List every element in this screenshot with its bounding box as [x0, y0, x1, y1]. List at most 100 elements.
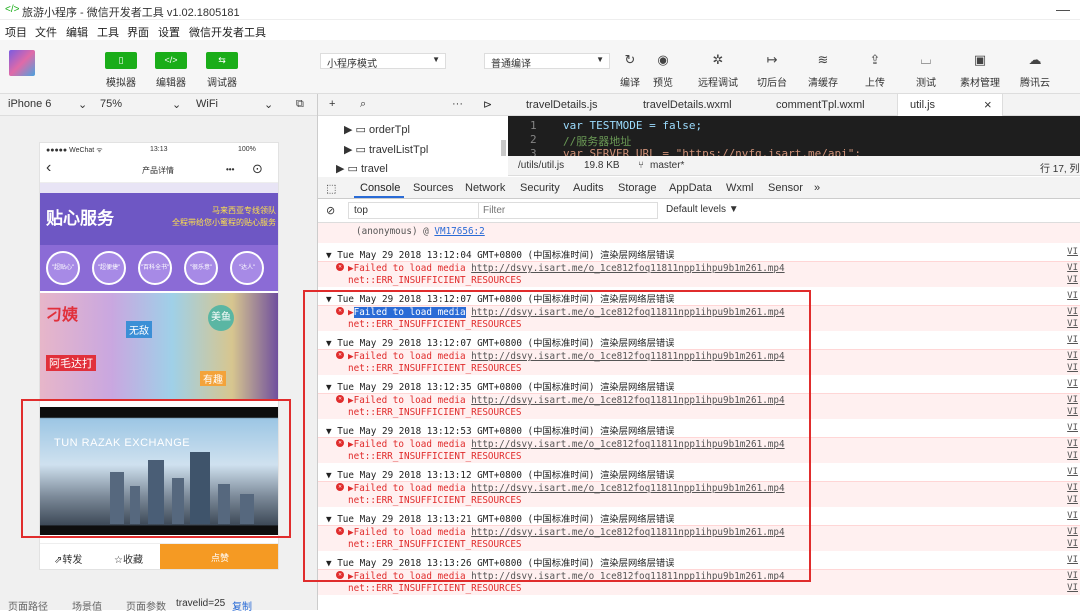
favorite-button[interactable]: ☆收藏: [114, 551, 143, 566]
media-url-link[interactable]: http://dsvy.isart.me/o_1ce812foq11811npp…: [471, 263, 784, 274]
background-button-label[interactable]: 切后台: [747, 74, 797, 89]
tree-item-travel-list-tpl[interactable]: ▶ ▭ travelListTpl: [344, 143, 428, 156]
add-icon[interactable]: +: [329, 98, 335, 110]
eye-icon[interactable]: ◉: [638, 52, 688, 68]
console-group-header[interactable]: ▼ Tue May 29 2018 13:12:04 GMT+0800 (中国标…: [318, 245, 1080, 261]
switch-icon[interactable]: ↦: [747, 52, 797, 68]
menu-file[interactable]: 文件: [35, 24, 57, 40]
network-select[interactable]: WiFi: [196, 98, 218, 110]
folder-icon[interactable]: ▣: [955, 52, 1005, 68]
source-link[interactable]: VI: [1067, 527, 1078, 537]
menu-interface[interactable]: 界面: [127, 24, 149, 40]
user-avatar[interactable]: [9, 50, 35, 76]
simulator-toggle-button[interactable]: ▯: [105, 52, 137, 69]
menu-settings[interactable]: 设置: [158, 24, 180, 40]
source-link[interactable]: VI: [1067, 247, 1078, 257]
log-levels-select[interactable]: Default levels ▼: [666, 204, 739, 215]
close-tab-button[interactable]: ×: [984, 97, 992, 112]
clear-cache-button-label[interactable]: 清缓存: [798, 74, 848, 89]
tab-wxml[interactable]: Wxml: [726, 182, 754, 194]
menu-wechat-devtools[interactable]: 微信开发者工具: [189, 24, 266, 40]
debugger-toggle-button[interactable]: ⇆: [206, 52, 238, 69]
compile-select[interactable]: 普通编译 ▼: [484, 53, 610, 70]
bug-icon[interactable]: ✲: [693, 52, 743, 68]
tree-scrollbar[interactable]: [501, 140, 506, 156]
device-select[interactable]: iPhone 6: [8, 98, 51, 110]
source-link[interactable]: VI: [1067, 335, 1078, 345]
minimize-button[interactable]: —: [1056, 1, 1070, 17]
tree-item-travel[interactable]: ▶ ▭ travel: [336, 162, 388, 175]
chevron-down-icon[interactable]: ⌄: [78, 98, 87, 111]
page-params-label[interactable]: 页面参数: [126, 598, 166, 613]
tab-sensor[interactable]: Sensor: [768, 182, 803, 194]
source-link[interactable]: VI: [1067, 439, 1078, 449]
mode-select[interactable]: 小程序模式 ▼: [320, 53, 446, 70]
menu-project[interactable]: 项目: [5, 24, 27, 40]
upload-button-label[interactable]: 上传: [850, 74, 900, 89]
source-link[interactable]: VI: [1067, 291, 1078, 301]
source-link[interactable]: VI: [1067, 511, 1078, 521]
tab-console[interactable]: Console: [360, 182, 400, 194]
console-error-entry[interactable]: ✕ ▶Failed to load media http://dsvy.isart…: [318, 261, 1080, 287]
copy-button[interactable]: 复制: [232, 598, 252, 613]
git-branch[interactable]: master*: [650, 160, 684, 171]
zoom-select[interactable]: 75%: [100, 98, 122, 110]
source-link[interactable]: VI: [1067, 555, 1078, 565]
tencent-cloud-button-label[interactable]: 腾讯云: [1010, 74, 1060, 89]
source-link[interactable]: VI: [1067, 351, 1078, 361]
tab-audits[interactable]: Audits: [573, 182, 604, 194]
source-link[interactable]: VI: [1067, 571, 1078, 581]
collapse-panel-icon[interactable]: ⊳: [483, 98, 492, 111]
context-select[interactable]: top ▼: [348, 202, 496, 219]
back-icon[interactable]: ‹: [46, 159, 51, 177]
assets-button-label[interactable]: 素材管理: [955, 74, 1005, 89]
more-tabs-icon[interactable]: »: [814, 182, 820, 194]
detach-window-icon[interactable]: ⧉: [296, 98, 304, 111]
scene-label[interactable]: 场景值: [72, 598, 102, 613]
console-filter-input[interactable]: [478, 202, 658, 219]
source-link[interactable]: VI: [1067, 407, 1078, 417]
source-link[interactable]: VI: [1067, 263, 1078, 273]
flask-icon[interactable]: ⌴: [901, 52, 951, 68]
more-icon[interactable]: •••: [226, 165, 234, 174]
tab-travel-details-js[interactable]: travelDetails.js: [526, 99, 598, 111]
page-path-label[interactable]: 页面路径: [8, 598, 48, 613]
preview-button-label[interactable]: 预览: [638, 74, 688, 89]
tree-item-order-tpl[interactable]: ▶ ▭ orderTpl: [344, 123, 410, 136]
tab-sources[interactable]: Sources: [413, 182, 453, 194]
source-link[interactable]: VI: [1067, 395, 1078, 405]
tab-util-js[interactable]: util.js ×: [897, 94, 1003, 116]
source-link[interactable]: VI: [1067, 495, 1078, 505]
source-link[interactable]: VI: [1067, 583, 1078, 593]
source-link[interactable]: VI: [1067, 307, 1078, 317]
tab-comment-tpl-wxml[interactable]: commentTpl.wxml: [776, 99, 865, 111]
chevron-down-icon[interactable]: ⌄: [264, 98, 273, 111]
editor-toggle-button[interactable]: </>: [155, 52, 187, 69]
source-link[interactable]: VI: [1067, 451, 1078, 461]
test-button-label[interactable]: 测试: [901, 74, 951, 89]
source-link[interactable]: VI: [1067, 319, 1078, 329]
tab-security[interactable]: Security: [520, 182, 560, 194]
source-link[interactable]: VI: [1067, 467, 1078, 477]
tab-appdata[interactable]: AppData: [669, 182, 712, 194]
source-link[interactable]: VI: [1067, 379, 1078, 389]
tab-storage[interactable]: Storage: [618, 182, 657, 194]
tab-travel-details-wxml[interactable]: travelDetails.wxml: [643, 99, 732, 111]
menu-edit[interactable]: 编辑: [66, 24, 88, 40]
code-editor[interactable]: 1 var TESTMODE = false; 2 //服务器地址 3 var …: [508, 116, 1080, 160]
source-link[interactable]: VI: [1067, 275, 1078, 285]
remote-debug-button-label[interactable]: 远程调试: [693, 74, 743, 89]
like-button[interactable]: 点赞: [160, 544, 278, 569]
record-icon[interactable]: ⊙: [252, 161, 263, 177]
source-link[interactable]: VI: [1067, 539, 1078, 549]
cloud-icon[interactable]: ☁: [1010, 52, 1060, 68]
search-icon[interactable]: ⌕: [360, 98, 366, 111]
more-icon[interactable]: ···: [452, 98, 463, 110]
menu-tools[interactable]: 工具: [97, 24, 119, 40]
upload-icon[interactable]: ⇪: [850, 52, 900, 68]
layers-icon[interactable]: ≋: [798, 52, 848, 68]
chevron-down-icon[interactable]: ⌄: [172, 98, 181, 111]
tab-network[interactable]: Network: [465, 182, 505, 194]
share-button[interactable]: ⇗转发: [54, 551, 82, 566]
inspect-icon[interactable]: ⬚: [326, 182, 336, 195]
